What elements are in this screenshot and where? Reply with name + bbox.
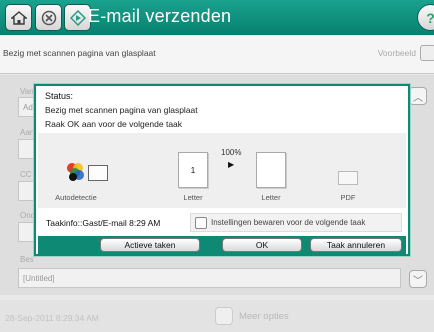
preview-icon[interactable] bbox=[420, 45, 434, 61]
job-info-row: Taakinfo::Gast/E-mail 8:29 AM Instelling… bbox=[38, 211, 406, 234]
format-caption: PDF bbox=[340, 193, 356, 202]
home-icon bbox=[10, 10, 27, 25]
page-title: E-mail verzenden bbox=[88, 6, 232, 26]
save-settings-label: Instellingen bewaren voor de volgende ta… bbox=[211, 218, 366, 227]
save-settings-option[interactable]: Instellingen bewaren voor de volgende ta… bbox=[190, 213, 402, 232]
home-button[interactable] bbox=[5, 4, 32, 31]
status-strip: Bezig met scannen pagina van glasplaat V… bbox=[0, 36, 434, 74]
start-icon bbox=[69, 9, 86, 26]
scanner-icon bbox=[88, 165, 108, 181]
page-number: 1 bbox=[190, 165, 196, 175]
status-label: Status: bbox=[45, 91, 74, 101]
cc-label: CC bbox=[20, 170, 32, 179]
scroll-down-button: ﹀ bbox=[409, 270, 427, 288]
status-line-1: Bezig met scannen pagina van glasplaat bbox=[45, 105, 198, 115]
output-page-icon bbox=[256, 152, 286, 188]
status-message: Bezig met scannen pagina van glasplaat bbox=[3, 48, 156, 58]
paper-size-caption-2: Letter bbox=[261, 193, 281, 202]
job-info: Taakinfo::Gast/E-mail 8:29 AM bbox=[46, 218, 161, 228]
save-settings-checkbox[interactable] bbox=[195, 216, 207, 229]
to-label: Aan bbox=[20, 128, 35, 137]
page-count-icon: 1 bbox=[178, 152, 208, 188]
progress-label: 100% bbox=[221, 148, 242, 157]
help-icon: ? bbox=[426, 9, 434, 26]
start-button[interactable] bbox=[64, 4, 91, 31]
more-options-button: Meer opties bbox=[215, 307, 289, 325]
filename-field: [Untitled] bbox=[18, 268, 401, 288]
source-caption: Autodetectie bbox=[55, 193, 97, 202]
ok-button[interactable]: OK bbox=[222, 238, 302, 252]
chevron-down-icon: ﹀ bbox=[413, 275, 423, 287]
pdf-file-icon bbox=[338, 171, 358, 185]
scroll-up-button: ︿ bbox=[409, 87, 427, 105]
color-autodetect-icon bbox=[67, 163, 84, 181]
progress-arrow-icon: ▶ bbox=[228, 160, 235, 169]
active-jobs-button[interactable]: Actieve taken bbox=[100, 238, 200, 252]
top-bar: E-mail verzenden ? bbox=[0, 0, 434, 35]
scan-status-dialog: Status: Bezig met scannen pagina van gla… bbox=[34, 84, 410, 256]
datetime: 28-Sep-2011 8:29:34 AM bbox=[5, 313, 99, 323]
footer: 28-Sep-2011 8:29:34 AM Meer opties bbox=[0, 300, 434, 332]
more-options-label: Meer opties bbox=[239, 310, 289, 322]
filename-label: Bes bbox=[20, 255, 34, 264]
help-button[interactable]: ? bbox=[417, 4, 434, 31]
subject-label: Ond bbox=[20, 211, 36, 220]
preview-button-label[interactable]: Voorbeeld bbox=[378, 48, 416, 58]
from-label: Van bbox=[20, 87, 34, 96]
paper-size-caption-1: Letter bbox=[183, 193, 203, 202]
chevron-up-icon: ︿ bbox=[413, 92, 423, 104]
scan-progress-panel: 100% ▶ Autodetectie 1 Letter Letter PDF bbox=[38, 133, 406, 208]
dialog-button-bar: Actieve taken OK Taak annuleren bbox=[38, 236, 406, 254]
stop-button[interactable] bbox=[35, 4, 62, 31]
more-options-icon bbox=[215, 307, 233, 325]
status-line-2: Raak OK aan voor de volgende taak bbox=[45, 119, 183, 129]
cancel-job-button[interactable]: Taak annuleren bbox=[310, 238, 402, 252]
stop-icon bbox=[41, 10, 56, 25]
